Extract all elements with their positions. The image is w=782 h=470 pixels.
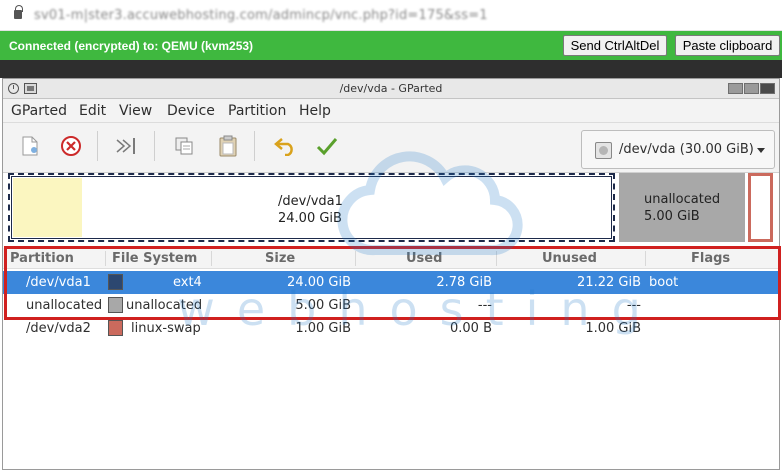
toolbar: /dev/vda (30.00 GiB) — [3, 123, 779, 173]
menu-help[interactable]: Help — [299, 103, 331, 119]
partition-map-vda1-size: 24.00 GiB — [278, 211, 342, 226]
paste-clipboard-button[interactable]: Paste clipboard — [675, 35, 780, 56]
browser-url-bar[interactable]: sv01-m|ster3.accuwebhosting.com/admincp/… — [0, 0, 782, 31]
disk-icon — [595, 142, 612, 159]
close-button[interactable] — [760, 83, 775, 94]
menu-view[interactable]: View — [119, 103, 152, 119]
cell-size: 1.00 GiB — [295, 321, 351, 336]
partition-map-unallocated-size: 5.00 GiB — [644, 209, 700, 224]
toolbar-separator — [254, 131, 255, 161]
partition-map-vda1-name: /dev/vda1 — [278, 194, 343, 209]
cell-filesystem: linux-swap — [131, 321, 201, 336]
table-row[interactable]: /dev/vda2 linux-swap 1.00 GiB 0.00 B 1.0… — [3, 317, 779, 340]
menu-partition[interactable]: Partition — [228, 103, 286, 119]
cell-unused: 1.00 GiB — [585, 321, 641, 336]
cell-used: 0.00 B — [450, 321, 492, 336]
url-text[interactable]: sv01-m|ster3.accuwebhosting.com/admincp/… — [34, 8, 488, 23]
partition-map: /dev/vda1 24.00 GiB unallocated 5.00 GiB — [3, 173, 779, 247]
vnc-connection-status: Connected (encrypted) to: QEMU (kvm253) — [9, 39, 254, 53]
cell-partition: /dev/vda2 — [26, 321, 91, 336]
partition-map-unallocated-name: unallocated — [644, 192, 721, 207]
window-title: /dev/vda - GParted — [339, 82, 443, 95]
toolbar-separator — [97, 131, 98, 161]
apply-icon[interactable] — [314, 133, 340, 159]
partition-map-vda1[interactable]: /dev/vda1 24.00 GiB — [8, 173, 615, 242]
menu-gparted[interactable]: GParted — [11, 103, 67, 119]
maximize-button[interactable] — [744, 83, 759, 94]
vnc-desktop-strip — [0, 60, 782, 78]
undo-icon[interactable] — [273, 133, 299, 159]
vnc-status-bar: Connected (encrypted) to: QEMU (kvm253) … — [0, 31, 782, 60]
partition-map-unallocated[interactable]: unallocated 5.00 GiB — [619, 173, 745, 242]
window-titlebar[interactable]: /dev/vda - GParted — [3, 79, 779, 99]
device-selector[interactable]: /dev/vda (30.00 GiB) — [581, 130, 775, 169]
minimize-button[interactable] — [728, 83, 743, 94]
menu-edit[interactable]: Edit — [79, 103, 106, 119]
send-ctrl-alt-del-button[interactable]: Send CtrlAltDel — [563, 35, 667, 56]
delete-icon[interactable] — [58, 133, 84, 159]
menu-bar: GParted Edit View Device Partition Help — [3, 99, 779, 123]
copy-icon[interactable] — [171, 133, 197, 159]
menu-device[interactable]: Device — [167, 103, 215, 119]
partition-map-vda1-used — [13, 178, 82, 237]
partition-map-vda2[interactable] — [748, 173, 773, 242]
device-selector-label: /dev/vda (30.00 GiB) — [619, 142, 754, 157]
new-icon[interactable] — [17, 133, 43, 159]
toolbar-separator — [154, 131, 155, 161]
chevron-down-icon — [757, 148, 765, 153]
filesystem-color-swatch — [108, 320, 123, 336]
paste-icon[interactable] — [215, 133, 241, 159]
lock-icon — [14, 5, 23, 19]
resize-move-icon[interactable] — [113, 133, 139, 159]
highlight-annotation-box — [4, 246, 781, 320]
